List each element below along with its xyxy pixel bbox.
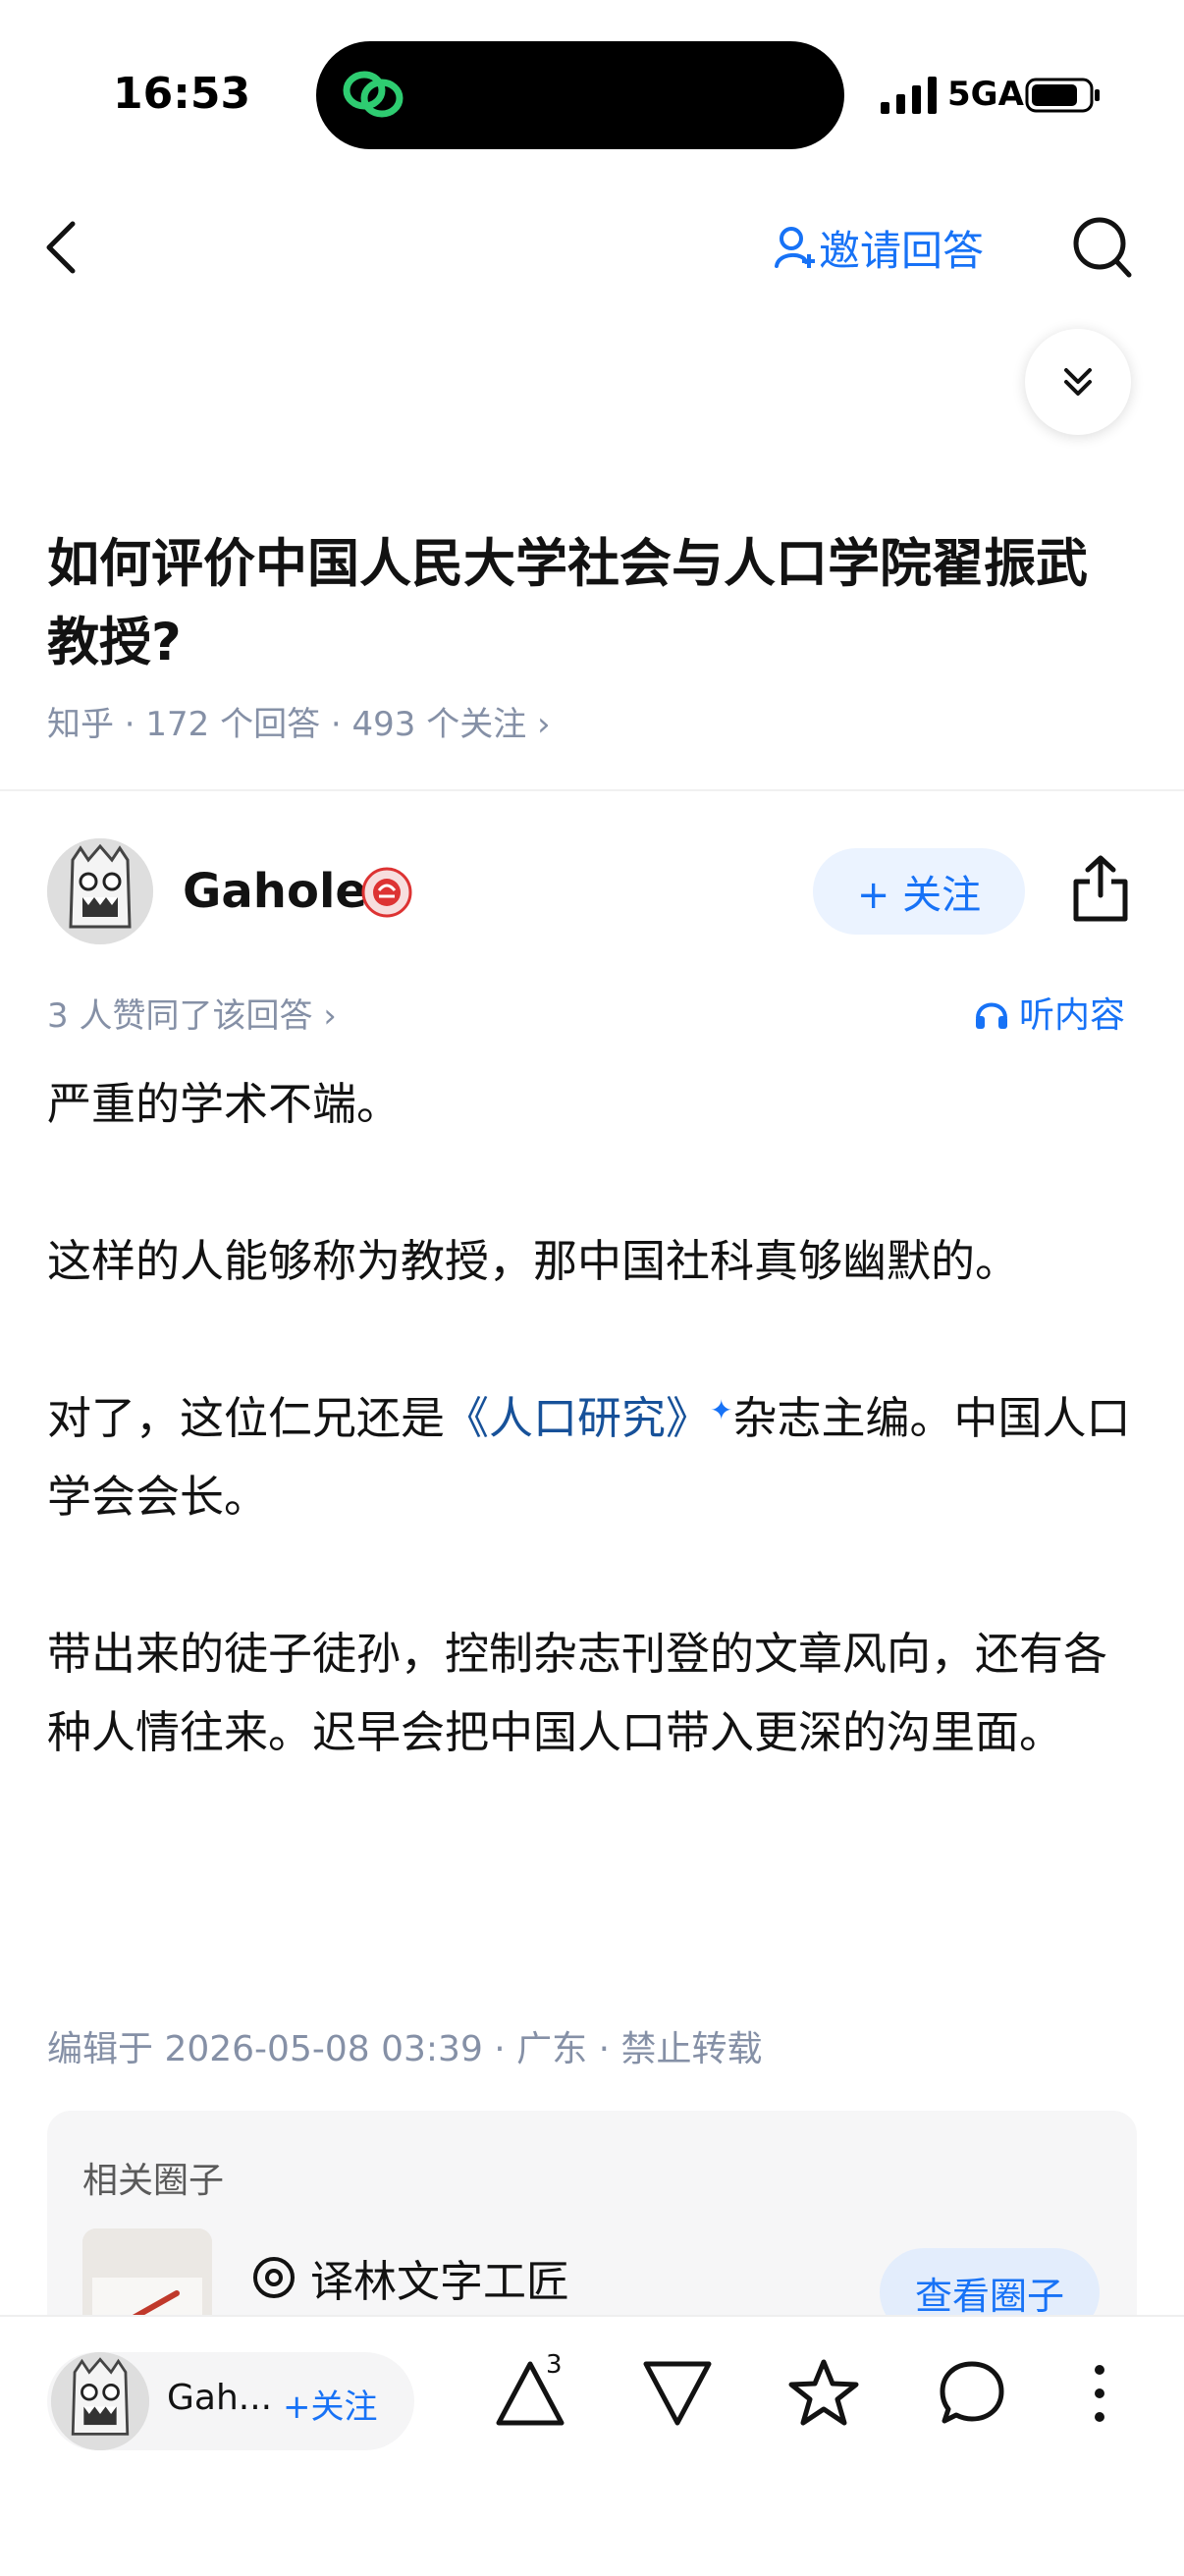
question-meta[interactable]: 知乎 · 172 个回答 · 493 个关注 › [47, 697, 551, 745]
search-icon[interactable] [1070, 214, 1135, 281]
star-icon[interactable] [786, 2356, 861, 2431]
collapse-button[interactable] [1025, 329, 1131, 435]
downvote-icon[interactable] [640, 2356, 715, 2431]
card-title: 相关圈子 [82, 2161, 225, 2201]
listen-button[interactable]: 听内容 [972, 987, 1125, 1038]
person-add-icon [775, 227, 815, 268]
listen-label: 听内容 [1019, 995, 1126, 1036]
avatar-image [51, 2352, 149, 2450]
app-logo-icon [343, 71, 404, 118]
answer-body: 严重的学术不端。 这样的人能够称为教授，那中国社科真够幽默的。 对了，这位仁兄还… [47, 1065, 1137, 1851]
circle-icon [253, 2257, 295, 2298]
circle-name[interactable]: 译林文字工匠 [251, 2246, 569, 2309]
ai-spark-icon: ✦ [710, 1394, 733, 1426]
circle-name-label: 译林文字工匠 [310, 2257, 569, 2307]
network-type: 5GA [947, 75, 1024, 114]
avatar[interactable] [51, 2352, 149, 2450]
answer-paragraph: 对了，这位仁兄还是《人口研究》✦杂志主编。中国人口学会会长。 [47, 1379, 1137, 1536]
question-title[interactable]: 如何评价中国人民大学社会与人口学院翟振武教授? [47, 525, 1127, 682]
likes-count[interactable]: 3 人赞同了该回答 › [47, 989, 337, 1037]
journal-link[interactable]: 《人口研究》 [445, 1392, 710, 1444]
invite-answer-label: 邀请回答 [819, 226, 985, 275]
follow-button[interactable]: +关注 [283, 2380, 378, 2428]
answer-paragraph: 严重的学术不端。 [47, 1078, 402, 1130]
avatar-image [47, 838, 153, 944]
upvote-count: 3 [546, 2350, 563, 2380]
share-icon[interactable] [1070, 854, 1131, 923]
author-pill[interactable]: Gah... +关注 [47, 2352, 414, 2450]
comment-icon[interactable] [935, 2356, 1009, 2431]
author-name[interactable]: Gahole [183, 864, 367, 919]
double-chevron-down-icon [1064, 368, 1092, 396]
edit-info: 编辑于 2026-05-08 03:39 · 广东 · 禁止转载 [47, 2029, 763, 2069]
invite-answer-button[interactable]: 邀请回答 [774, 220, 984, 275]
battery-icon [1025, 78, 1100, 113]
bottom-action-bar: Gah... +关注 3 [0, 2315, 1184, 2576]
section-divider [0, 789, 1184, 791]
headphones-icon [976, 1002, 1007, 1029]
answer-paragraph: 这样的人能够称为教授，那中国社科真够幽默的。 [47, 1235, 1020, 1287]
creator-badge-icon [361, 867, 412, 918]
more-icon[interactable] [1080, 2356, 1119, 2431]
signal-icon [881, 77, 937, 114]
author-short-name: Gah... [167, 2378, 273, 2418]
status-time: 16:53 [113, 69, 251, 119]
answer-text: 对了，这位仁兄还是 [47, 1392, 446, 1444]
answer-paragraph: 带出来的徒子徒孙，控制杂志刊登的文章风向，还有各种人情往来。迟早会把中国人口带入… [47, 1628, 1108, 1758]
avatar[interactable] [47, 838, 153, 944]
follow-button[interactable]: + 关注 [813, 848, 1025, 935]
back-icon[interactable] [39, 216, 88, 279]
